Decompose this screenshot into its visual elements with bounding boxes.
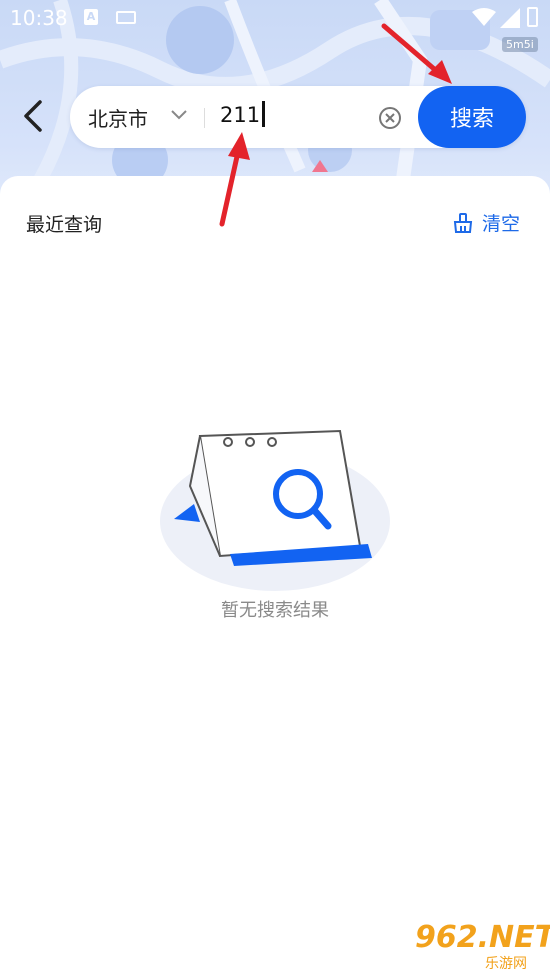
- notification-badge: 5m5i: [502, 37, 538, 52]
- clear-input-icon[interactable]: [378, 106, 402, 130]
- keyboard-icon: [116, 11, 136, 24]
- wifi-icon: [472, 8, 496, 26]
- watermark: 962.NET 乐游网: [415, 920, 550, 975]
- watermark-sub: 乐游网: [485, 956, 527, 972]
- chevron-down-icon[interactable]: [171, 110, 187, 120]
- recent-queries-title: 最近查询: [26, 214, 103, 236]
- signal-icon: [500, 8, 520, 28]
- watermark-main: 962.NET: [415, 920, 550, 955]
- city-selector[interactable]: 北京市: [88, 103, 148, 132]
- text-caret: [262, 101, 266, 127]
- search-input[interactable]: 211: [220, 101, 266, 127]
- back-arrow-icon[interactable]: [18, 96, 50, 136]
- empty-state-message: 暂无搜索结果: [221, 600, 329, 621]
- notification-icon: A: [84, 9, 98, 25]
- clear-history-label: 清空: [482, 213, 521, 235]
- search-button[interactable]: 搜索: [418, 86, 526, 148]
- status-time: 10:38: [10, 6, 68, 30]
- status-bar: 10:38 A: [0, 0, 550, 36]
- battery-icon: [527, 7, 538, 27]
- broom-icon: [453, 212, 473, 233]
- empty-calendar-illustration: [160, 429, 390, 591]
- search-bar: 北京市 211 搜索: [70, 86, 526, 148]
- clear-history-button[interactable]: 清空: [452, 209, 520, 236]
- divider: [204, 108, 205, 128]
- search-input-value: 211: [220, 103, 261, 127]
- recent-panel: 最近查询 清空 暂无搜索结果: [0, 176, 550, 977]
